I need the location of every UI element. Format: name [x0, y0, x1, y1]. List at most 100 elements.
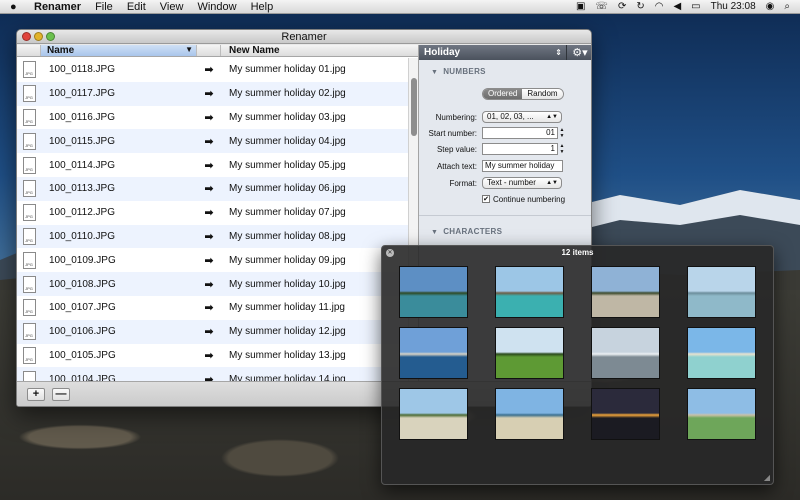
table-row[interactable]: 100_0117.JPG ➡ My summer holiday 02.jpg	[17, 81, 409, 106]
section-divider	[419, 215, 591, 216]
photo-thumbnail-resort-deck[interactable]	[591, 266, 660, 318]
zoom-button[interactable]	[46, 32, 55, 41]
preview-hud-panel: ✕ 12 items ◢	[381, 245, 774, 485]
table-row[interactable]: 100_0108.JPG➡My summer holiday 10.jpg	[17, 272, 409, 296]
numbers-section-header[interactable]: ▼ NUMBERS	[419, 67, 486, 76]
continue-numbering-checkbox[interactable]: ✔ Continue numbering	[482, 193, 591, 205]
segment-random[interactable]: Random	[522, 89, 563, 99]
menu-window[interactable]: Window	[197, 1, 236, 13]
file-cell	[17, 204, 41, 222]
column-header-new-name[interactable]: New Name	[221, 45, 418, 56]
scrollbar-thumb[interactable]	[411, 78, 417, 136]
photo-thumbnail-beach-house[interactable]	[399, 388, 468, 440]
original-name-cell: 100_0116.JPG	[49, 111, 115, 123]
photo-thumbnail-waves-spray[interactable]	[591, 327, 660, 379]
add-files-button[interactable]: +	[27, 388, 45, 401]
volume-icon[interactable]: ◀	[673, 1, 681, 12]
jpg-file-icon	[22, 132, 36, 150]
file-cell	[17, 299, 41, 317]
table-row[interactable]: 100_0112.JPG ➡ My summer holiday 07.jpg	[17, 201, 409, 225]
format-row: Format: Text - number ▲▼	[419, 177, 591, 190]
characters-section-header[interactable]: ▼ CHARACTERS	[419, 227, 502, 236]
close-button[interactable]	[22, 32, 31, 41]
menu-app[interactable]: Renamer	[34, 1, 81, 13]
new-name-cell: My summer holiday 03.jpg	[229, 111, 346, 123]
step-value-field[interactable]: 1	[482, 143, 558, 155]
photo-thumbnail-harbor-skyline[interactable]	[399, 327, 468, 379]
column-header-name[interactable]: Name ▼	[41, 45, 197, 56]
menu-view[interactable]: View	[160, 1, 184, 13]
arrow-right-icon: ➡	[204, 373, 214, 381]
photo-thumbnail-sunset-sea[interactable]	[591, 388, 660, 440]
photo-thumbnail-palm-shoreline[interactable]	[495, 388, 564, 440]
minimize-button[interactable]	[34, 32, 43, 41]
clock[interactable]: Thu 23:08	[711, 1, 756, 12]
table-row[interactable]: 100_0107.JPG➡My summer holiday 11.jpg	[17, 296, 409, 320]
user-icon[interactable]: ◉	[766, 1, 775, 12]
table-row[interactable]: 100_0104.JPG➡My summer holiday 14.jpg	[17, 367, 409, 381]
table-row[interactable]: 100_0110.JPG ➡ My summer holiday 08.jpg	[17, 224, 409, 249]
menu-help[interactable]: Help	[251, 1, 274, 13]
spotlight-search-icon[interactable]: ⌕	[784, 1, 790, 12]
photo-thumbnail-hotel-lawn[interactable]	[687, 388, 756, 440]
window-title: Renamer	[281, 31, 327, 43]
start-number-label: Start number:	[428, 129, 477, 138]
original-name-cell: 100_0104.JPG	[49, 373, 116, 381]
arrow-right-icon: ➡	[204, 207, 214, 220]
new-name-cell: My summer holiday 05.jpg	[229, 159, 346, 171]
start-number-stepper[interactable]: ▲ ▼	[559, 127, 565, 139]
arrow-right-icon: ➡	[204, 326, 214, 339]
menu-edit[interactable]: Edit	[127, 1, 146, 13]
sync-icon[interactable]: ↻	[636, 1, 644, 12]
table-row[interactable]: 100_0106.JPG➡My summer holiday 12.jpg	[17, 319, 409, 344]
column-header-arrow[interactable]	[197, 45, 221, 56]
resize-grip-icon[interactable]: ◢	[764, 473, 770, 482]
arrow-right-icon: ➡	[204, 230, 214, 243]
numbering-label: Numbering:	[435, 113, 477, 122]
hud-close-icon[interactable]: ✕	[386, 249, 394, 257]
photo-thumbnail-turquoise-water-posts[interactable]	[495, 266, 564, 318]
table-row[interactable]: 100_0105.JPG➡My summer holiday 13.jpg	[17, 344, 409, 368]
table-row[interactable]: 100_0118.JPG ➡ My summer holiday 01.jpg	[17, 58, 409, 82]
step-value-stepper[interactable]: ▲ ▼	[559, 143, 565, 155]
start-number-field[interactable]: 01	[482, 127, 558, 139]
hud-titlebar[interactable]: ✕ 12 items	[382, 246, 773, 260]
phone-status-icon[interactable]: ☏	[595, 1, 608, 12]
table-row[interactable]: 100_0113.JPG ➡ My summer holiday 06.jpg	[17, 176, 409, 201]
hud-title: 12 items	[561, 248, 594, 257]
photo-thumbnail-palm-lawn[interactable]	[495, 327, 564, 379]
table-row[interactable]: 100_0114.JPG ➡ My summer holiday 05.jpg	[17, 153, 409, 177]
window-titlebar[interactable]: Renamer	[17, 30, 591, 44]
menu-file[interactable]: File	[95, 1, 113, 13]
numbering-popup[interactable]: 01, 02, 03, ... ▲▼	[482, 111, 562, 123]
printer-status-icon[interactable]: ▣	[576, 1, 585, 12]
battery-icon[interactable]: ▭	[691, 1, 700, 12]
segment-ordered[interactable]: Ordered	[483, 89, 523, 99]
photo-thumbnail-glass-railing-sea[interactable]	[687, 266, 756, 318]
format-popup[interactable]: Text - number ▲▼	[482, 177, 562, 189]
column-header-icon[interactable]	[17, 45, 41, 56]
new-name-cell: My summer holiday 07.jpg	[229, 207, 346, 219]
arrow-right-icon: ➡	[204, 183, 214, 196]
attach-text-row: Attach text: My summer holiday	[419, 160, 591, 173]
table-row[interactable]: 100_0115.JPG ➡ My summer holiday 04.jpg	[17, 129, 409, 154]
preset-popup[interactable]: Holiday ⇕	[419, 45, 567, 60]
format-label: Format:	[449, 179, 477, 188]
apple-menu-icon[interactable]: ●	[10, 1, 24, 13]
file-cell	[17, 275, 41, 293]
status-area: ▣ ☏ ⟳ ↻ ◠ ◀ ▭ Thu 23:08 ◉ ⌕	[576, 1, 800, 12]
popup-arrows-icon: ▲▼	[546, 180, 558, 186]
table-row[interactable]: 100_0109.JPG➡My summer holiday 09.jpg	[17, 248, 409, 272]
photo-thumbnail-island-lagoon[interactable]	[687, 327, 756, 379]
time-machine-icon[interactable]: ⟳	[618, 1, 626, 12]
wifi-icon[interactable]: ◠	[655, 1, 664, 12]
preset-name: Holiday	[424, 47, 461, 58]
remove-files-button[interactable]: —	[52, 388, 70, 401]
photo-thumbnail-palm-beach-jetty[interactable]	[399, 266, 468, 318]
attach-text-field[interactable]: My summer holiday	[482, 160, 563, 172]
window-controls	[22, 32, 55, 41]
column-header-name-label: Name	[47, 45, 75, 56]
table-rows: 100_0118.JPG➡My summer holiday 01.jpg100…	[17, 58, 409, 381]
table-row[interactable]: 100_0116.JPG ➡ My summer holiday 03.jpg	[17, 106, 409, 130]
gear-icon[interactable]: ⚙▾	[567, 46, 591, 59]
